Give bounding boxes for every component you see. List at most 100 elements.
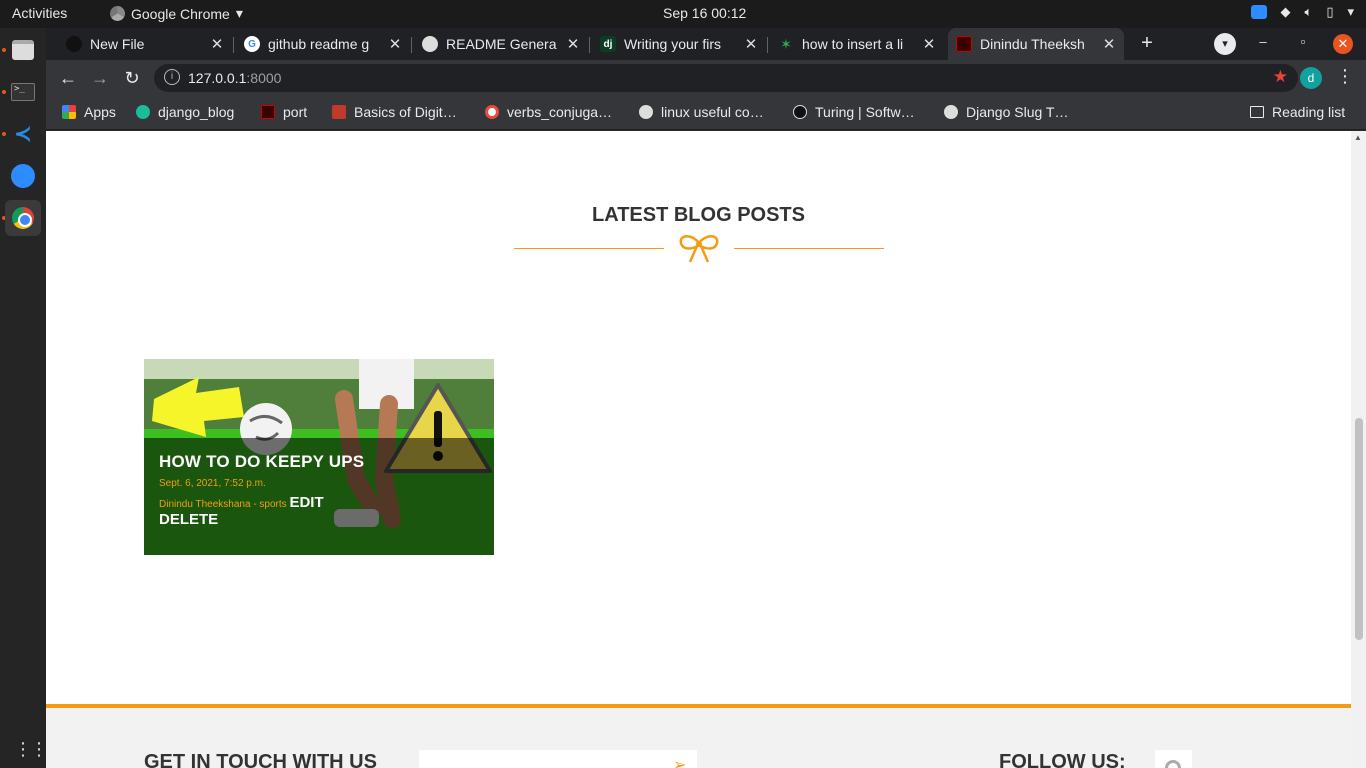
bookmark-item[interactable]: Basics of Digit… (332, 104, 457, 120)
zoom-tray-icon[interactable] (1250, 5, 1267, 19)
close-window-icon[interactable]: ✕ (1333, 34, 1353, 54)
terminal-app-icon[interactable]: >_ (5, 74, 41, 110)
system-tray[interactable]: ◆ 🔈︎ ▯ ▾ (1250, 4, 1354, 20)
post-overlay: HOW TO DO KEEPY UPS Sept. 6, 2021, 7:52 … (144, 438, 494, 555)
tab-separator (767, 37, 768, 53)
forward-icon[interactable]: → (88, 66, 112, 90)
get-in-touch-heading: GET IN TOUCH WITH US (144, 751, 377, 768)
scrollbar-thumb[interactable] (1355, 418, 1363, 640)
tab[interactable]: dj Writing your firs ✕ (592, 28, 766, 60)
bookmark-item[interactable]: linux useful co… (639, 104, 764, 120)
app-menu[interactable]: Google Chrome ▾ (110, 5, 243, 22)
site-icon (261, 105, 275, 119)
tab-close-icon[interactable]: ✕ (742, 35, 760, 53)
files-app-icon[interactable] (5, 32, 41, 68)
ribbon-bow-icon (679, 235, 719, 263)
bookmark-item[interactable]: django_blog (136, 104, 234, 120)
profile-avatar[interactable]: d (1300, 67, 1322, 89)
restore-icon[interactable]: ▫ (1293, 34, 1313, 49)
tab-title: github readme g (268, 36, 370, 52)
bookmark-item[interactable]: Django Slug T… (944, 104, 1068, 120)
divider-right (734, 248, 884, 249)
scroll-up-icon[interactable]: ▲ (1354, 133, 1362, 142)
browser-toolbar: ← → ↻ i 127.0.0.1:8000 ★ d ⋮ (46, 60, 1366, 96)
linux-icon (639, 105, 653, 119)
star-icon: ✶ (780, 35, 792, 52)
bookmark-item[interactable]: Turing | Softw… (793, 104, 915, 120)
chrome-app-icon[interactable] (5, 200, 41, 236)
follow-us-heading: FOLLOW US: (999, 751, 1126, 768)
bookmark-item[interactable]: port (261, 104, 307, 120)
url-port: :8000 (246, 70, 282, 86)
tab[interactable]: G github readme g ✕ (236, 28, 410, 60)
caret-down-icon: ▾ (235, 5, 243, 21)
page-scrollbar[interactable]: ▲ (1351, 131, 1366, 768)
reading-list-label: Reading list (1272, 104, 1346, 120)
tab-separator (411, 37, 412, 53)
tab-strip: New File ✕ G github readme g ✕ README Ge… (46, 28, 1366, 60)
bookmarks-bar: Apps django_blog port Basics of Digit… v… (46, 96, 1366, 130)
newsletter-input[interactable] (419, 750, 697, 768)
zoom-app-icon[interactable] (5, 158, 41, 194)
bookmark-item[interactable]: verbs_conjuga… (485, 104, 612, 120)
post-meta: Dinindu Theekshana - sports EDIT (159, 494, 479, 511)
minimize-icon[interactable]: – (1253, 34, 1273, 49)
tab-close-icon[interactable]: ✕ (564, 35, 582, 53)
reading-list-icon (1250, 106, 1264, 118)
tab-active[interactable]: Dinindu Theeksh ✕ (948, 28, 1124, 60)
url-host: 127.0.0.1 (188, 70, 247, 86)
system-top-bar: Activities Google Chrome ▾ Sep 16 00:12 … (0, 0, 1366, 28)
turing-icon (793, 105, 807, 119)
activities-button[interactable]: Activities (12, 5, 67, 21)
google-icon: G (244, 36, 260, 52)
tab-title: README Genera (446, 36, 557, 52)
tab-title: Dinindu Theeksh (980, 36, 1085, 52)
wifi-icon[interactable]: ◆ (1281, 4, 1291, 20)
django-icon: dj (600, 36, 616, 52)
tab-search-icon[interactable]: ▾ (1214, 33, 1236, 55)
address-bar[interactable]: i 127.0.0.1:8000 ★ (154, 64, 1298, 92)
app-name: Google Chrome (131, 5, 230, 22)
tab-title: New File (90, 36, 145, 52)
url-text[interactable]: 127.0.0.1:8000 (188, 70, 281, 86)
bookmark-apps[interactable]: Apps (62, 104, 116, 120)
bookmark-star-icon[interactable]: ★ (1273, 67, 1288, 87)
bookmark-label: Basics of Digit… (354, 104, 457, 120)
battery-icon[interactable]: ▯ (1326, 4, 1333, 20)
tab[interactable]: ✶ how to insert a li ✕ (770, 28, 944, 60)
volume-icon[interactable]: 🔈︎ (1305, 4, 1313, 20)
python-icon (136, 105, 150, 119)
iit-icon (332, 105, 346, 119)
section-title: LATEST BLOG POSTS (592, 204, 805, 226)
tab-title: Writing your firs (624, 36, 721, 52)
tab-separator (589, 37, 590, 53)
new-tab-button[interactable]: + (1136, 32, 1158, 54)
tab-close-icon[interactable]: ✕ (386, 35, 404, 53)
tab[interactable]: README Genera ✕ (414, 28, 588, 60)
page-viewport: LATEST BLOG POSTS HOW TO DO KEEPY UPS Se… (46, 131, 1351, 768)
delete-link[interactable]: DELETE (159, 511, 218, 528)
tab-close-icon[interactable]: ✕ (208, 35, 226, 53)
tab[interactable]: New File ✕ (58, 28, 232, 60)
blog-post-card[interactable]: HOW TO DO KEEPY UPS Sept. 6, 2021, 7:52 … (144, 359, 494, 555)
edit-link[interactable]: EDIT (289, 494, 323, 511)
tab-close-icon[interactable]: ✕ (1100, 35, 1118, 53)
send-icon[interactable]: ➢ (673, 755, 686, 768)
site-icon (956, 36, 972, 52)
bookmark-label: port (283, 104, 308, 120)
github-icon (66, 36, 82, 52)
chrome-menu-icon[interactable]: ⋮ (1336, 66, 1354, 87)
vscode-app-icon[interactable]: ≺ (5, 116, 41, 152)
reload-icon[interactable]: ↻ (120, 66, 144, 90)
reading-list-button[interactable]: Reading list (1250, 104, 1345, 120)
clock[interactable]: Sep 16 00:12 (663, 5, 746, 21)
footer: GET IN TOUCH WITH US ➢ FOLLOW US: (46, 708, 1351, 768)
apps-icon (62, 105, 76, 119)
post-title[interactable]: HOW TO DO KEEPY UPS (159, 452, 479, 472)
system-menu-caret-icon[interactable]: ▾ (1347, 4, 1354, 20)
bookmark-label: Django Slug T… (966, 104, 1069, 120)
bookmark-label: Apps (84, 104, 116, 120)
tab-close-icon[interactable]: ✕ (920, 35, 938, 53)
site-info-icon[interactable]: i (164, 69, 180, 85)
back-icon[interactable]: ← (56, 66, 80, 90)
